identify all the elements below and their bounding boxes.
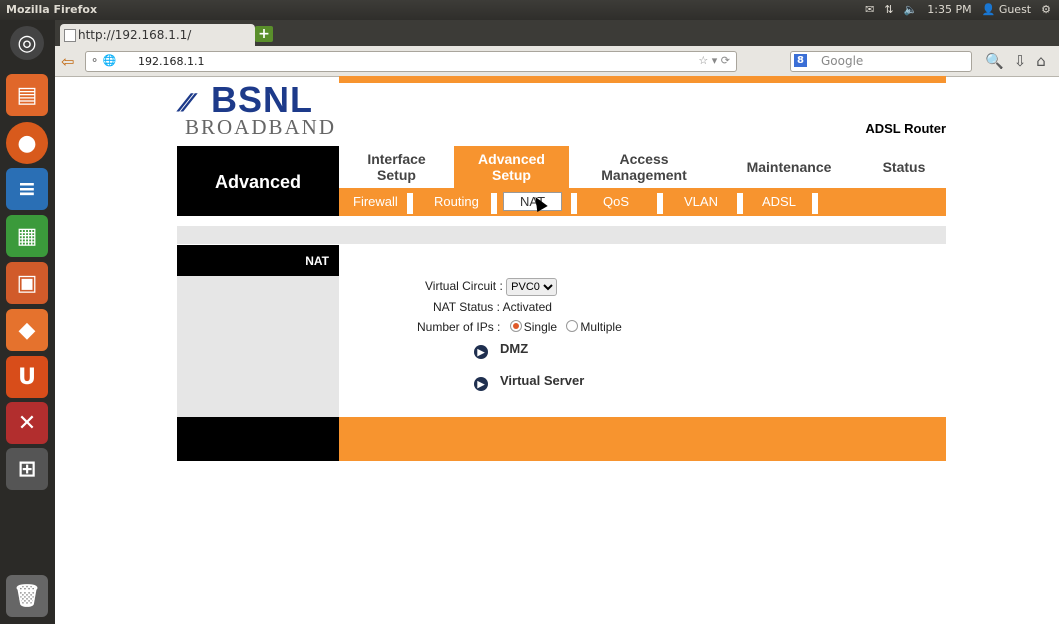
subtab-qos[interactable]: QoS <box>603 194 629 209</box>
nat-status-label: NAT Status : <box>433 300 500 314</box>
system-tray: ✉ ⇅ 🔈 1:35 PM 👤 Guest ⚙ <box>865 3 1051 16</box>
subnav-separator <box>491 193 497 214</box>
files-icon[interactable]: ▤ <box>6 74 48 116</box>
page-label-block: NAT <box>177 245 339 276</box>
tab-advanced-setup[interactable]: Advanced Setup <box>454 146 569 188</box>
virtual-circuit-label: Virtual Circuit : <box>425 279 503 293</box>
multiple-radio-label: Multiple <box>580 320 622 334</box>
dmz-link[interactable]: ▶ DMZ <box>474 341 528 359</box>
browser-nav-bar: ⇦ ⚬ 🌐 192.168.1.1 ☆ ▾ ⟳ 8 Google 🔍 ⇩ ⌂ <box>55 46 1059 77</box>
system-top-bar: Mozilla Firefox ✉ ⇅ 🔈 1:35 PM 👤 Guest ⚙ <box>0 0 1059 20</box>
search-icon[interactable]: 🔍 <box>985 52 1004 70</box>
tab-interface-setup[interactable]: Interface Setup <box>349 151 444 183</box>
mail-icon[interactable]: ✉ <box>865 3 874 16</box>
user-name: Guest <box>998 3 1032 16</box>
page-favicon-icon <box>64 29 76 42</box>
device-label: ADSL Router <box>865 121 946 136</box>
tab-title: http://192.168.1.1/ <box>78 28 192 42</box>
nat-status-value: Activated <box>502 300 552 314</box>
multiple-radio[interactable] <box>566 320 579 332</box>
dmz-link-text: DMZ <box>500 341 529 356</box>
search-placeholder: Google <box>821 54 864 68</box>
user-menu[interactable]: 👤 Guest <box>982 3 1032 16</box>
trash-icon[interactable]: 🗑 <box>6 575 48 617</box>
bsnl-logo: ⁄⁄ BSNL BROADBAND <box>183 79 334 139</box>
footer-black-block <box>177 417 339 461</box>
network-icon[interactable]: ⇅ <box>884 3 893 16</box>
user-icon: 👤 <box>981 3 996 16</box>
impress-icon[interactable]: ▣ <box>6 262 48 304</box>
section-title: Advanced <box>215 172 302 192</box>
nat-content: Virtual Circuit : PVC0 NAT Status : Acti… <box>339 245 946 417</box>
writer-icon[interactable]: ≡ <box>6 168 48 210</box>
new-tab-button[interactable]: + <box>255 26 273 42</box>
logo-swoosh: ⁄⁄ <box>183 89 192 117</box>
nat-status-row: NAT Status : Activated <box>433 300 552 314</box>
gray-divider-bar <box>177 226 946 244</box>
num-ips-label: Number of IPs : <box>417 320 501 334</box>
single-radio-label: Single <box>523 320 558 334</box>
clock[interactable]: 1:35 PM <box>927 3 971 16</box>
arrow-circle-icon: ▶ <box>474 377 488 391</box>
browser-tab[interactable]: http://192.168.1.1/ <box>60 24 255 46</box>
ubuntu-one-icon[interactable]: U <box>6 356 48 398</box>
tab-maintenance[interactable]: Maintenance <box>724 159 854 175</box>
section-title-block: Advanced <box>177 146 339 216</box>
toolbar-icons: 🔍 ⇩ ⌂ <box>985 52 1046 70</box>
virtual-server-link[interactable]: ▶ Virtual Server <box>474 373 584 391</box>
dash-home-icon[interactable]: ◎ <box>10 26 44 60</box>
left-gray-panel <box>177 276 339 417</box>
single-radio[interactable] <box>509 320 522 332</box>
footer-orange-block <box>339 417 946 461</box>
virtual-circuit-select[interactable]: PVC0 <box>506 278 558 296</box>
software-center-icon[interactable]: ◆ <box>6 309 48 351</box>
subnav-separator <box>737 193 743 214</box>
subnav-separator <box>812 193 818 214</box>
search-bar[interactable]: 8 Google <box>790 51 972 72</box>
subtab-firewall[interactable]: Firewall <box>353 194 398 209</box>
system-settings-icon[interactable]: ✕ <box>6 402 48 444</box>
bookmark-star-icon[interactable]: ☆ ▾ ⟳ <box>698 54 730 67</box>
tab-access-management[interactable]: Access Management <box>584 151 704 183</box>
search-engine-icon[interactable]: 8 <box>794 54 807 67</box>
subtab-vlan[interactable]: VLAN <box>684 194 718 209</box>
download-icon[interactable]: ⇩ <box>1014 52 1027 70</box>
tab-status[interactable]: Status <box>864 159 944 175</box>
url-bar[interactable]: ⚬ 🌐 192.168.1.1 ☆ ▾ ⟳ <box>85 51 737 72</box>
home-icon[interactable]: ⌂ <box>1036 52 1046 70</box>
firefox-icon[interactable]: ● <box>6 122 48 164</box>
back-arrow-icon[interactable]: ⇦ <box>61 52 74 71</box>
site-identity-icon[interactable]: ⚬ 🌐 <box>90 54 116 67</box>
url-text: 192.168.1.1 <box>138 55 205 68</box>
subnav-separator <box>407 193 413 214</box>
subtab-adsl[interactable]: ADSL <box>762 194 796 209</box>
browser-tab-bar: http://192.168.1.1/ + <box>55 20 1059 46</box>
workspaces-icon[interactable]: ⊞ <box>6 448 48 490</box>
sub-nav: Firewall Routing NAT QoS VLAN ADSL <box>339 188 946 216</box>
power-icon[interactable]: ⚙ <box>1041 3 1051 16</box>
num-ips-row: Number of IPs : Single Multiple <box>417 320 622 334</box>
main-nav: Interface Setup Advanced Setup Access Ma… <box>339 146 946 188</box>
orange-top-strip <box>339 76 946 83</box>
subnav-separator <box>657 193 663 214</box>
arrow-circle-icon: ▶ <box>474 345 488 359</box>
page-label: NAT <box>305 254 329 268</box>
virtual-circuit-row: Virtual Circuit : PVC0 <box>425 278 558 296</box>
window-title: Mozilla Firefox <box>6 3 98 16</box>
calc-icon[interactable]: ▦ <box>6 215 48 257</box>
volume-icon[interactable]: 🔈 <box>904 3 918 16</box>
subnav-separator <box>571 193 577 214</box>
virtual-server-link-text: Virtual Server <box>500 373 585 388</box>
subtab-routing[interactable]: Routing <box>434 194 479 209</box>
logo-subtext: BROADBAND <box>185 115 337 139</box>
unity-launcher: ◎ ▤ ● ≡ ▦ ▣ ◆ U ✕ ⊞ 🗑 <box>0 20 55 624</box>
